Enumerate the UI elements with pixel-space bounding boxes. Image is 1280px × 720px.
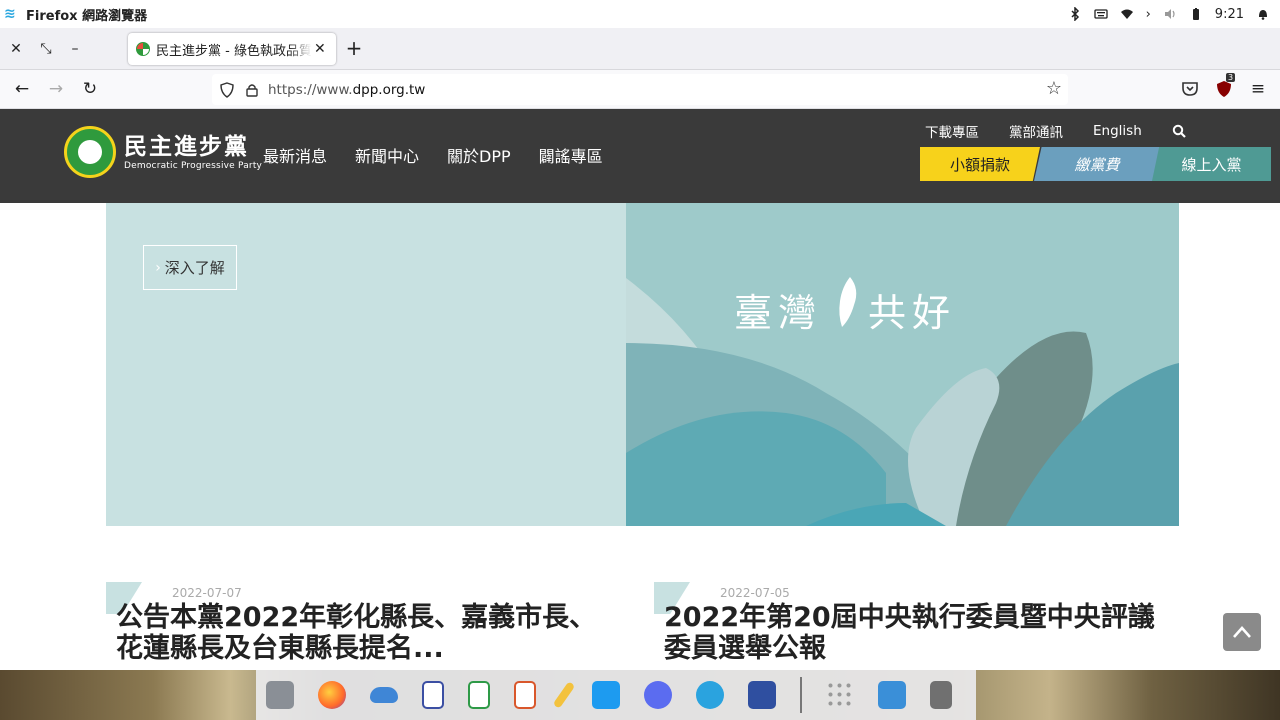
- news-headline[interactable]: 公告本黨2022年彰化縣長、嘉義市長、花蓮縣長及台東縣長提名...: [116, 602, 621, 664]
- ublock-shield-icon: [1217, 81, 1231, 97]
- donate-button[interactable]: 小額捐款: [920, 147, 1040, 181]
- utility-nav: 下載專區 黨部通訊 English: [925, 121, 1186, 141]
- nav-party-newsletter[interactable]: 黨部通訊: [1009, 121, 1063, 141]
- messenger-icon[interactable]: [644, 681, 672, 709]
- news-date: 2022-07-07: [172, 586, 242, 600]
- battery-icon[interactable]: [1189, 7, 1203, 21]
- reload-icon[interactable]: ↻: [80, 79, 100, 99]
- bluetooth-icon[interactable]: [1068, 7, 1082, 21]
- nav-about-dpp[interactable]: 關於DPP: [447, 143, 511, 167]
- chevron-right-icon: ›: [155, 259, 161, 276]
- lock-icon[interactable]: [246, 83, 258, 97]
- nav-downloads[interactable]: 下載專區: [925, 121, 979, 141]
- forward-icon[interactable]: →: [46, 79, 66, 99]
- url-text[interactable]: https://www.dpp.org.tw: [268, 82, 425, 98]
- navigation-bar: ← → ↻ https://www.dpp.org.tw ☆ 3 ≡: [0, 70, 1280, 109]
- telegram-icon[interactable]: [696, 681, 724, 709]
- chevron-up-icon: [1233, 626, 1251, 638]
- main-nav: 最新消息 新聞中心 關於DPP 闢謠專區: [263, 143, 603, 167]
- writer-icon[interactable]: [422, 681, 444, 709]
- close-window-icon[interactable]: ✕: [7, 40, 25, 58]
- new-tab-icon[interactable]: +: [344, 38, 364, 58]
- notes-icon[interactable]: [552, 681, 576, 709]
- notification-bell-icon[interactable]: [1256, 7, 1270, 21]
- slogan-together: 共好: [868, 291, 957, 335]
- close-tab-icon[interactable]: ✕: [314, 41, 326, 57]
- join-online-button[interactable]: 線上入黨: [1152, 147, 1271, 181]
- dpp-favicon-icon: [136, 42, 150, 56]
- news-card[interactable]: 2022-07-05 2022年第20屆中央執行委員暨中央評議委員選舉公報: [654, 582, 1174, 670]
- active-app-title: Firefox 網路瀏覽器: [26, 8, 148, 24]
- downloads-icon[interactable]: [878, 681, 906, 709]
- search-icon[interactable]: [1172, 124, 1186, 138]
- dock-separator: [800, 677, 802, 713]
- slogan-taiwan: 臺灣: [734, 291, 823, 335]
- site-header: 民主進步黨 Democratic Progressive Party 最新消息 …: [0, 109, 1280, 203]
- volume-icon[interactable]: [1163, 7, 1177, 21]
- logo-chinese-name: 民主進步黨: [124, 133, 249, 160]
- banner-wave-art: [626, 278, 1179, 526]
- wps-icon[interactable]: [748, 681, 776, 709]
- app-menu-hamburger-icon[interactable]: ≡: [1248, 79, 1268, 99]
- twitter-icon[interactable]: [592, 681, 620, 709]
- impress-icon[interactable]: [514, 681, 536, 709]
- membership-fee-button[interactable]: 繳黨費: [1034, 147, 1160, 181]
- keyboard-icon[interactable]: [1093, 7, 1108, 21]
- pocket-icon[interactable]: [1180, 79, 1200, 99]
- app-grid-icon[interactable]: [826, 681, 854, 709]
- learn-more-button[interactable]: › 深入了解: [143, 245, 237, 290]
- nav-latest-news[interactable]: 最新消息: [263, 143, 327, 167]
- wifi-icon[interactable]: [1120, 7, 1134, 21]
- address-bar[interactable]: https://www.dpp.org.tw ☆: [212, 74, 1068, 105]
- url-prefix: https://www.: [268, 81, 353, 98]
- banner-slogan: 臺灣 共好: [734, 282, 956, 337]
- tab-strip: ✕ ⤡ – 民主進步黨 - 綠色執政品質保證 ✕ +: [0, 28, 1280, 70]
- nav-rumor-clarification[interactable]: 闢謠專區: [539, 143, 603, 167]
- ublock-extension[interactable]: 3: [1214, 73, 1236, 99]
- site-logo[interactable]: 民主進步黨 Democratic Progressive Party: [64, 126, 262, 178]
- cloud-icon[interactable]: [370, 687, 398, 703]
- extension-badge: 3: [1226, 73, 1236, 82]
- learn-more-label: 深入了解: [164, 259, 225, 277]
- news-card[interactable]: 2022-07-07 公告本黨2022年彰化縣長、嘉義市長、花蓮縣長及台東縣長提…: [106, 582, 626, 670]
- restore-window-icon[interactable]: ⤡: [37, 40, 55, 58]
- calc-icon[interactable]: [468, 681, 490, 709]
- firefox-icon[interactable]: [318, 681, 346, 709]
- nav-news-center[interactable]: 新聞中心: [355, 143, 419, 167]
- tab-title: 民主進步黨 - 綠色執政品質保證: [156, 43, 312, 59]
- url-domain: dpp.org.tw: [352, 81, 426, 98]
- back-to-top-button[interactable]: [1223, 613, 1261, 651]
- dpp-emblem-icon: [64, 126, 116, 178]
- back-icon[interactable]: ←: [12, 79, 32, 99]
- logo-english-name: Democratic Progressive Party: [124, 160, 263, 171]
- nav-english[interactable]: English: [1093, 123, 1142, 139]
- bookmark-star-icon[interactable]: ☆: [1046, 80, 1062, 98]
- dock: [256, 670, 976, 720]
- files-icon[interactable]: [266, 681, 294, 709]
- os-top-bar: ≋ Firefox 網路瀏覽器 › 9:21: [0, 0, 1280, 28]
- news-headline[interactable]: 2022年第20屆中央執行委員暨中央評議委員選舉公報: [664, 602, 1169, 664]
- news-date: 2022-07-05: [720, 586, 790, 600]
- clock[interactable]: 9:21: [1215, 7, 1244, 22]
- trash-icon[interactable]: [930, 681, 952, 709]
- banner-image[interactable]: [626, 203, 1179, 526]
- minimize-window-icon[interactable]: –: [66, 40, 84, 58]
- app-menu-icon[interactable]: ≋: [4, 7, 18, 21]
- tray-expand-icon[interactable]: ›: [1146, 7, 1151, 22]
- tracking-protection-shield-icon[interactable]: [220, 81, 234, 98]
- active-tab[interactable]: 民主進步黨 - 綠色執政品質保證 ✕: [128, 33, 336, 65]
- system-tray: › 9:21: [1068, 0, 1270, 28]
